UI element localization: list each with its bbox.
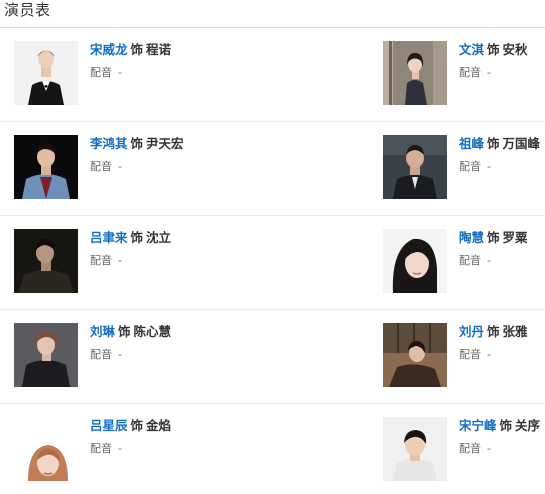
- cast-card: 刘琳饰陈心慧 配音 -: [14, 323, 374, 389]
- cast-row: 宋威龙饰程诺 配音 - 文淇 饰 安秋 配音 -: [0, 28, 545, 122]
- as-label: 饰: [118, 324, 131, 339]
- role-name: 罗粟: [502, 230, 528, 245]
- as-label: 饰: [130, 230, 144, 245]
- cast-card: 吕星辰饰金焰 配音 -: [14, 417, 374, 483]
- dub-label: 配音: [459, 442, 481, 455]
- cast-info: 李鸿其饰尹天宏 配音 -: [90, 135, 184, 174]
- dub-value: -: [118, 442, 122, 455]
- cast-row: 刘琳饰陈心慧 配音 - 刘丹 饰 张雅 配音 -: [0, 310, 545, 404]
- role-name: 万国峰: [502, 136, 541, 151]
- dub-label: 配音: [90, 66, 112, 79]
- actor-photo[interactable]: [14, 229, 78, 293]
- section-title: 演员表: [4, 1, 51, 19]
- cast-info: 吕聿来饰沈立 配音 -: [90, 229, 171, 268]
- dub-label: 配音: [90, 160, 112, 173]
- cast-row: 吕聿来饰沈立 配音 - 陶慧饰罗粟 配音 -: [0, 216, 545, 310]
- cast-info: 宋宁峰饰关序 配音 -: [459, 417, 540, 456]
- actor-photo[interactable]: [14, 417, 78, 481]
- as-label: 饰: [499, 418, 513, 433]
- cast-card: 文淇饰安秋 配音 -: [383, 41, 545, 107]
- dub-value: -: [487, 66, 491, 79]
- dub-value: -: [487, 348, 491, 361]
- role-name: 陈心慧: [133, 324, 172, 339]
- as-label: 饰: [487, 230, 500, 245]
- dub-label: 配音: [90, 348, 112, 361]
- cast-card: 宋威龙饰程诺 配音 -: [14, 41, 374, 107]
- actor-name-link[interactable]: 宋威龙: [90, 42, 128, 57]
- actor-name-link[interactable]: 李鸿其: [90, 136, 128, 151]
- cast-info: 吕星辰饰金焰 配音 -: [90, 417, 171, 456]
- as-label: 饰: [487, 324, 500, 339]
- dub-value: -: [487, 254, 491, 267]
- dub-value: -: [487, 160, 491, 173]
- actor-photo[interactable]: [383, 229, 447, 293]
- cast-info: 宋威龙饰程诺 配音 -: [90, 41, 171, 80]
- actor-photo[interactable]: [14, 41, 78, 105]
- dub-label: 配音: [459, 254, 481, 267]
- role-name: 关序: [515, 418, 541, 433]
- actor-name-link[interactable]: 吕星辰: [90, 418, 128, 433]
- role-name: 沈立: [146, 230, 172, 245]
- cast-info: 祖峰饰万国峰 配音 -: [459, 135, 540, 174]
- actor-name-link[interactable]: 宋宁峰: [459, 418, 497, 433]
- cast-card: 李鸿其饰尹天宏 配音 -: [14, 135, 374, 201]
- as-label: 饰: [487, 136, 500, 151]
- role-name: 安秋: [502, 42, 528, 57]
- actor-name-link[interactable]: 刘丹: [459, 324, 484, 339]
- actor-photo[interactable]: [383, 417, 447, 481]
- cast-card: 陶慧饰罗粟 配音 -: [383, 229, 545, 295]
- role-name: 金焰: [146, 418, 172, 433]
- dub-value: -: [118, 254, 122, 267]
- actor-name-link[interactable]: 吕聿来: [90, 230, 128, 245]
- actor-name-link[interactable]: 刘琳: [90, 324, 115, 339]
- cast-info: 陶慧饰罗粟 配音 -: [459, 229, 528, 268]
- dub-value: -: [487, 442, 491, 455]
- actor-photo[interactable]: [14, 135, 78, 199]
- cast-row: 吕星辰饰金焰 配音 - 宋宁峰饰关序 配音 -: [0, 404, 545, 494]
- actor-name-link[interactable]: 祖峰: [459, 136, 484, 151]
- actor-photo[interactable]: [14, 323, 78, 387]
- cast-card: 吕聿来饰沈立 配音 -: [14, 229, 374, 295]
- actor-name-link[interactable]: 陶慧: [459, 230, 484, 245]
- cast-info: 刘丹饰张雅 配音 -: [459, 323, 528, 362]
- dub-label: 配音: [459, 348, 481, 361]
- actor-name-link[interactable]: 文淇: [459, 42, 484, 57]
- as-label: 饰: [130, 418, 144, 433]
- as-label: 饰: [130, 136, 144, 151]
- dub-value: -: [118, 66, 122, 79]
- actor-photo[interactable]: [383, 135, 447, 199]
- actor-photo[interactable]: [383, 323, 447, 387]
- role-name: 尹天宏: [146, 136, 184, 151]
- cast-card: 宋宁峰饰关序 配音 -: [383, 417, 545, 483]
- dub-value: -: [118, 348, 122, 361]
- cast-row: 李鸿其饰尹天宏 配音 - 祖峰 饰 万国峰 配音 -: [0, 122, 545, 216]
- cast-info: 刘琳饰陈心慧 配音 -: [90, 323, 171, 362]
- dub-label: 配音: [90, 254, 112, 267]
- dub-label: 配音: [459, 160, 481, 173]
- role-name: 程诺: [146, 42, 172, 57]
- cast-card: 刘丹饰张雅 配音 -: [383, 323, 545, 389]
- cast-card: 祖峰饰万国峰 配音 -: [383, 135, 545, 201]
- dub-label: 配音: [459, 66, 481, 79]
- role-name: 张雅: [502, 324, 528, 339]
- dub-label: 配音: [90, 442, 112, 455]
- as-label: 饰: [130, 42, 144, 57]
- cast-list: 宋威龙饰程诺 配音 - 文淇 饰 安秋 配音 - 李鸿其 饰 尹天宏 配音 - …: [0, 28, 545, 494]
- cast-info: 文淇饰安秋 配音 -: [459, 41, 528, 80]
- as-label: 饰: [487, 42, 500, 57]
- actor-photo[interactable]: [383, 41, 447, 105]
- dub-value: -: [118, 160, 122, 173]
